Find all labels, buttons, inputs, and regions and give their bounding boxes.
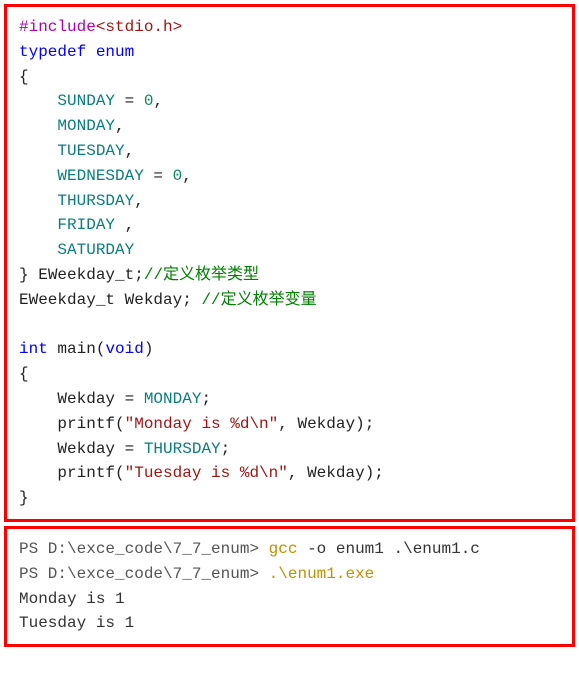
source-code: #include<stdio.h> typedef enum { SUNDAY … — [19, 15, 560, 511]
var-name: Wekday — [125, 291, 183, 309]
assign1-rhs: MONDAY — [144, 390, 202, 408]
term-out-1: Monday is 1 — [19, 590, 125, 608]
semi: ; — [134, 266, 144, 284]
term-cmd-run: .\enum1.exe — [269, 565, 375, 583]
comma: , — [125, 216, 135, 234]
op-eq: = — [115, 92, 144, 110]
assign2-lhs: Wekday — [57, 440, 115, 458]
semi: ; — [221, 440, 231, 458]
num-zero-2: 0 — [173, 167, 183, 185]
enum-thursday: THURSDAY — [57, 192, 134, 210]
semi: ; — [201, 390, 211, 408]
term-out-2: Tuesday is 1 — [19, 614, 134, 632]
kw-int: int — [19, 340, 48, 358]
enum-saturday: SATURDAY — [57, 241, 134, 259]
comment-typedef: //定义枚举类型 — [144, 266, 259, 284]
paren-open: ( — [115, 415, 125, 433]
assign1-lhs: Wekday — [57, 390, 115, 408]
semi: ; — [182, 291, 192, 309]
arg-wekday-2: Wekday — [297, 464, 364, 482]
typedef-name: EWeekday_t — [38, 266, 134, 284]
enum-sunday: SUNDAY — [57, 92, 115, 110]
brace-close-main: } — [19, 489, 29, 507]
arg-wekday-1: Wekday — [288, 415, 355, 433]
term-prompt-1: PS D:\exce_code\7_7_enum> — [19, 540, 259, 558]
kw-enum: enum — [96, 43, 134, 61]
brace-close: } — [19, 266, 29, 284]
kw-void: void — [105, 340, 143, 358]
term-args-1: -o enum1 .\enum1.c — [297, 540, 479, 558]
comma: , — [115, 117, 125, 135]
preproc-include: #include — [19, 18, 96, 36]
paren-close: ) — [144, 340, 154, 358]
terminal-output: PS D:\exce_code\7_7_enum> gcc -o enum1 .… — [19, 537, 560, 636]
op-eq: = — [144, 167, 173, 185]
call-printf-2: printf — [57, 464, 115, 482]
terminal-panel: PS D:\exce_code\7_7_enum> gcc -o enum1 .… — [4, 526, 575, 647]
enum-wednesday: WEDNESDAY — [57, 167, 143, 185]
brace-open: { — [19, 68, 29, 86]
num-zero-1: 0 — [144, 92, 154, 110]
comment-var: //定义枚举变量 — [201, 291, 316, 309]
semi: ; — [374, 464, 384, 482]
header-name: stdio.h — [105, 18, 172, 36]
assign2-rhs: THURSDAY — [144, 440, 221, 458]
brace-open-main: { — [19, 365, 29, 383]
term-prompt-2: PS D:\exce_code\7_7_enum> — [19, 565, 259, 583]
paren-open: ( — [115, 464, 125, 482]
func-main: main — [57, 340, 95, 358]
paren-open: ( — [96, 340, 106, 358]
comma: , — [134, 192, 144, 210]
code-editor-panel: #include<stdio.h> typedef enum { SUNDAY … — [4, 4, 575, 522]
op-eq: = — [115, 390, 144, 408]
header-close: > — [173, 18, 183, 36]
comma: , — [153, 92, 163, 110]
comma: , — [125, 142, 135, 160]
enum-friday: FRIDAY — [57, 216, 124, 234]
kw-typedef: typedef — [19, 43, 86, 61]
header-open: < — [96, 18, 106, 36]
semi: ; — [365, 415, 375, 433]
comma: , — [278, 415, 288, 433]
op-eq: = — [115, 440, 144, 458]
comma: , — [182, 167, 192, 185]
str-tuesday: "Tuesday is %d\n" — [125, 464, 288, 482]
paren-close: ) — [355, 415, 365, 433]
term-cmd-gcc: gcc — [269, 540, 298, 558]
var-type: EWeekday_t — [19, 291, 115, 309]
str-monday: "Monday is %d\n" — [125, 415, 279, 433]
enum-monday: MONDAY — [57, 117, 115, 135]
paren-close: ) — [365, 464, 375, 482]
enum-tuesday: TUESDAY — [57, 142, 124, 160]
call-printf-1: printf — [57, 415, 115, 433]
